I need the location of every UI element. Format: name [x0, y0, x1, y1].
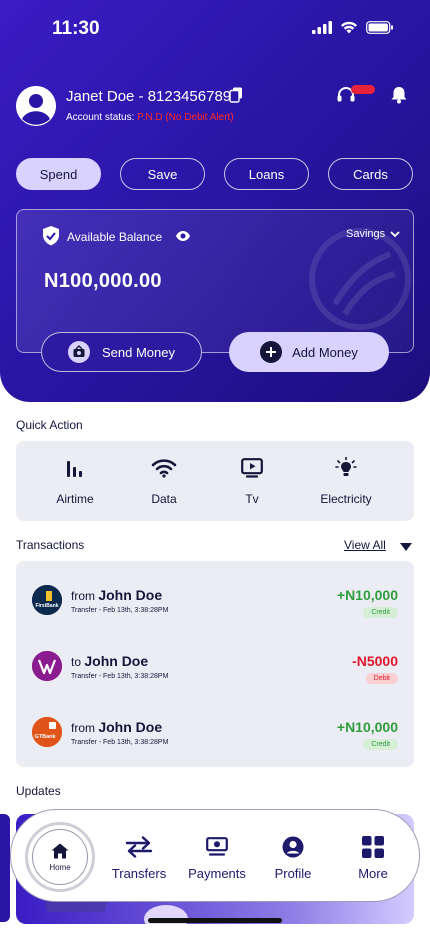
plus-icon: [260, 341, 283, 363]
balance-label: Available Balance: [67, 230, 163, 244]
nav-more-label: More: [358, 866, 388, 881]
view-all-link[interactable]: View All: [344, 538, 386, 552]
nav-profile-label: Profile: [274, 866, 312, 881]
battery-icon: [366, 21, 393, 34]
copy-icon[interactable]: [229, 87, 243, 103]
account-status: Account status: P.N.D (No Debit Alert): [66, 112, 234, 123]
transaction-type-badge: Credit: [363, 739, 398, 750]
avatar[interactable]: [16, 86, 56, 126]
caret-down-icon[interactable]: [400, 543, 412, 551]
transaction-party: John Doe: [98, 587, 163, 603]
notification-badge: [351, 85, 375, 94]
nav-profile[interactable]: Profile: [273, 834, 313, 881]
nav-transfers[interactable]: Transfers: [111, 834, 167, 881]
quick-action-electricity[interactable]: Electricity: [314, 441, 378, 521]
profile-icon: [282, 836, 304, 858]
transactions-panel: FirstBank from John Doe Transfer - Feb 1…: [16, 561, 414, 767]
tv-play-icon: [241, 458, 263, 478]
transaction-row[interactable]: to John Doe Transfer - Feb 13th, 3:38:28…: [16, 631, 414, 697]
status-time: 11:30: [52, 18, 100, 39]
brand-watermark-icon: [309, 228, 411, 330]
cellular-signal-icon: [312, 21, 332, 34]
bulb-icon: [335, 457, 357, 476]
transaction-direction: from: [71, 589, 95, 603]
transaction-meta: Transfer - Feb 13th, 3:38:28PM: [71, 607, 169, 614]
add-money-label: Add Money: [292, 344, 358, 360]
quick-action-data[interactable]: Data: [146, 441, 182, 521]
transaction-row[interactable]: FirstBank from John Doe Transfer - Feb 1…: [16, 565, 414, 631]
send-money-button[interactable]: Send Money: [41, 332, 202, 372]
nav-home[interactable]: Home: [25, 822, 95, 892]
gtbank-logo-icon: GTBank: [32, 717, 62, 747]
user-avatar-icon: [16, 86, 56, 126]
wema-logo-icon: [32, 651, 62, 681]
account-status-label: Account status:: [66, 112, 135, 123]
wifi-status-icon: [341, 21, 357, 34]
tab-loans[interactable]: Loans: [224, 158, 309, 190]
shield-check-icon: [43, 226, 59, 246]
account-type-value: Savings: [346, 228, 386, 240]
account-type-select[interactable]: Savings: [346, 228, 400, 240]
chevron-down-icon: [390, 230, 400, 237]
updates-title: Updates: [16, 784, 61, 798]
account-status-value: P.N.D (No Debit Alert): [137, 112, 234, 123]
quick-action-panel: Airtime Data Tv Electricity: [16, 441, 414, 521]
home-icon: [51, 843, 69, 858]
transaction-meta: Transfer - Feb 13th, 3:38:28PM: [71, 673, 169, 680]
transaction-meta: Transfer - Feb 13th, 3:38:28PM: [71, 739, 169, 746]
transaction-party: John Doe: [84, 653, 149, 669]
status-bar: 11:30: [0, 0, 430, 60]
quick-action-label: Tv: [245, 492, 259, 506]
bank-name-text: GTBank: [34, 734, 56, 740]
add-money-button[interactable]: Add Money: [229, 332, 389, 372]
transaction-title: from John Doe: [71, 719, 162, 735]
nav-home-label: Home: [49, 862, 71, 872]
transfer-arrows-icon: [125, 836, 153, 858]
tab-save[interactable]: Save: [120, 158, 205, 190]
nav-more[interactable]: More: [355, 834, 391, 881]
transaction-amount: +N10,000: [336, 587, 398, 603]
tab-cards[interactable]: Cards: [328, 158, 413, 190]
transaction-direction: from: [71, 721, 95, 735]
wallet-send-icon: [68, 341, 90, 363]
signal-bars-icon: [67, 461, 82, 477]
transaction-type-badge: Credit: [363, 607, 398, 618]
balance-amount: N100,000.00: [44, 270, 162, 292]
transaction-type-badge: Debit: [365, 673, 398, 684]
transaction-amount: -N5000: [352, 653, 398, 669]
quick-action-tv[interactable]: Tv: [238, 441, 266, 521]
nav-transfers-label: Transfers: [111, 866, 167, 881]
updates-prev-card[interactable]: [0, 814, 10, 922]
firstbank-logo-icon: FirstBank: [32, 585, 62, 615]
cash-icon: [206, 837, 228, 856]
quick-action-label: Airtime: [56, 492, 94, 506]
quick-action-title: Quick Action: [16, 418, 83, 432]
transaction-row[interactable]: GTBank from John Doe Transfer - Feb 13th…: [16, 697, 414, 763]
tab-spend[interactable]: Spend: [16, 158, 101, 190]
quick-action-label: Data: [151, 492, 177, 506]
bell-icon[interactable]: [389, 86, 409, 104]
bank-name-text: FirstBank: [35, 603, 58, 609]
send-money-label: Send Money: [102, 344, 175, 360]
eye-icon[interactable]: [175, 230, 191, 242]
bottom-nav: Home Transfers Payments Profile More: [10, 809, 420, 902]
quick-action-airtime[interactable]: Airtime: [52, 441, 98, 521]
home-indicator: [148, 918, 282, 923]
transactions-title: Transactions: [16, 538, 85, 552]
transaction-amount: +N10,000: [336, 719, 398, 735]
transaction-direction: to: [71, 655, 82, 669]
wifi-icon: [151, 459, 177, 478]
transaction-title: from John Doe: [71, 587, 162, 603]
nav-payments-label: Payments: [188, 866, 246, 881]
nav-payments[interactable]: Payments: [187, 834, 247, 881]
transaction-party: John Doe: [98, 719, 163, 735]
quick-action-label: Electricity: [320, 492, 372, 506]
status-icons: [312, 21, 394, 34]
transaction-title: to John Doe: [71, 653, 148, 669]
grid-icon: [362, 836, 384, 858]
user-name-account: Janet Doe - 8123456789: [66, 88, 232, 105]
